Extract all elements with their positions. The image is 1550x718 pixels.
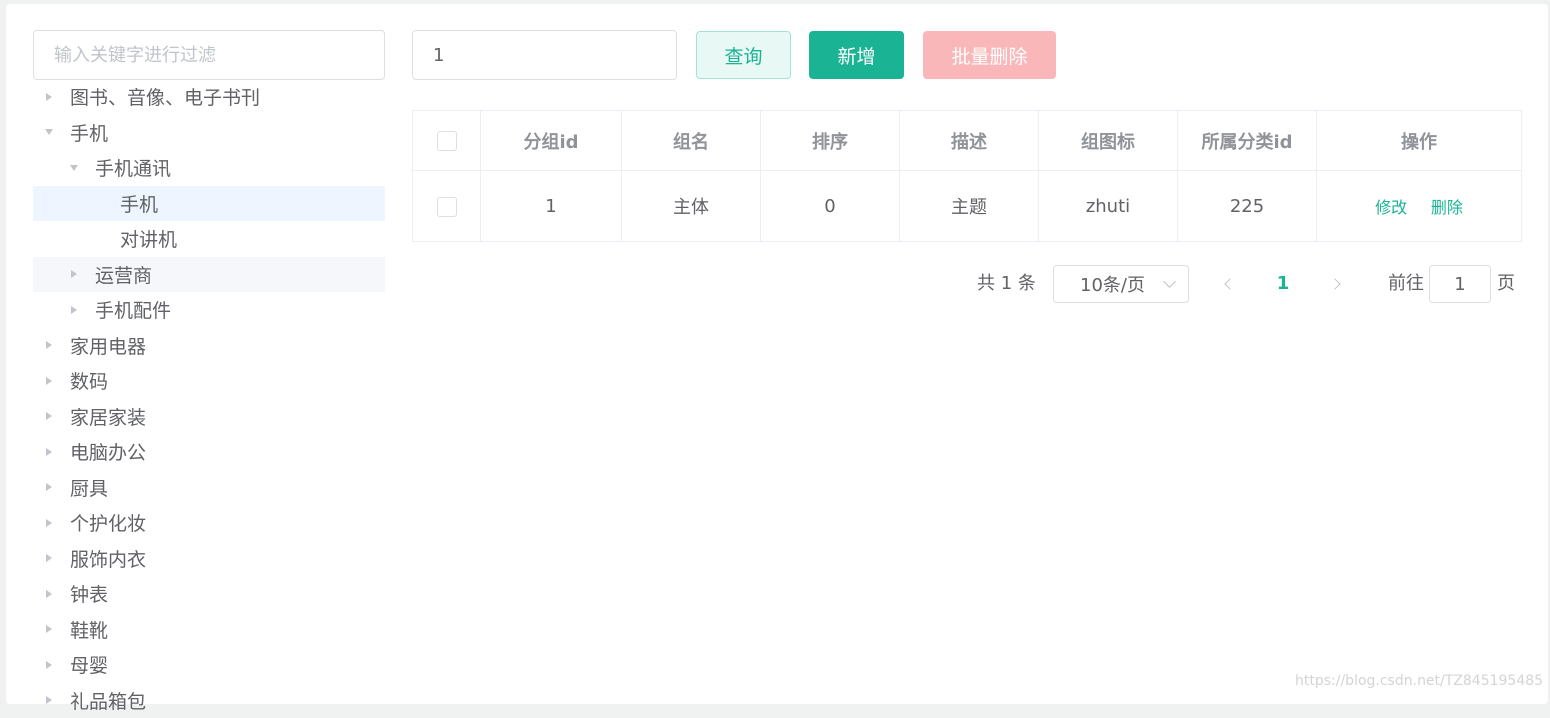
caret-right-icon[interactable] <box>62 298 86 322</box>
tree-node[interactable]: 家用电器 <box>33 328 385 364</box>
caret-right-icon[interactable] <box>37 440 61 464</box>
select-all-cell <box>413 111 481 171</box>
tree-node-label: 厨具 <box>70 474 108 501</box>
tree-node-label: 服饰内衣 <box>70 545 146 572</box>
tree-node[interactable]: 手机 <box>33 115 385 151</box>
tree-node[interactable]: 手机 <box>33 186 385 222</box>
column-header: 组图标 <box>1039 111 1178 171</box>
tree-node[interactable]: 家居家装 <box>33 399 385 435</box>
row-actions: 修改 删除 <box>1317 171 1522 242</box>
page-size-value: 10条/页 <box>1080 271 1145 297</box>
category-tree: 图书、音像、电子书刊手机手机通讯手机对讲机运营商手机配件家用电器数码家居家装电脑… <box>33 79 385 718</box>
page-number-current[interactable]: 1 <box>1268 265 1298 303</box>
watermark: https://blog.csdn.net/TZ845195485 <box>1295 673 1543 689</box>
query-input[interactable] <box>412 30 677 80</box>
page-suffix-label: 页 <box>1497 265 1515 303</box>
select-all-checkbox[interactable] <box>437 131 457 151</box>
edit-link[interactable]: 修改 <box>1375 198 1407 217</box>
caret-right-icon[interactable] <box>62 262 86 286</box>
tree-node[interactable]: 手机通讯 <box>33 150 385 186</box>
tree-node-label: 家用电器 <box>70 332 146 359</box>
goto-label: 前往 <box>1388 265 1424 303</box>
row-select-cell <box>413 171 481 242</box>
tree-node-label: 鞋靴 <box>70 616 108 643</box>
table-row: 1 主体 0 主题 zhuti 225 修改 删除 <box>413 171 1522 242</box>
table-cell: 225 <box>1178 171 1317 242</box>
tree-node[interactable]: 手机配件 <box>33 292 385 328</box>
tree-node[interactable]: 钟表 <box>33 576 385 612</box>
tree-node-label: 对讲机 <box>120 225 177 252</box>
tree-node[interactable]: 厨具 <box>33 470 385 506</box>
table-cell: 主体 <box>622 171 761 242</box>
column-header: 分组id <box>481 111 622 171</box>
column-header: 描述 <box>900 111 1039 171</box>
tree-node[interactable]: 个护化妆 <box>33 505 385 541</box>
tree-node-label: 家居家装 <box>70 403 146 430</box>
tree-node-label: 电脑办公 <box>70 438 146 465</box>
caret-right-icon[interactable] <box>37 511 61 535</box>
tree-node[interactable]: 礼品箱包 <box>33 683 385 718</box>
column-header: 组名 <box>622 111 761 171</box>
tree-node-label: 图书、音像、电子书刊 <box>70 83 260 110</box>
add-button[interactable]: 新增 <box>809 31 904 79</box>
tree-node-label: 个护化妆 <box>70 509 146 536</box>
caret-right-icon[interactable] <box>37 653 61 677</box>
caret-right-icon[interactable] <box>37 546 61 570</box>
tree-node[interactable]: 运营商 <box>33 257 385 293</box>
table-cell: 1 <box>481 171 622 242</box>
row-checkbox[interactable] <box>437 197 457 217</box>
caret-right-icon[interactable] <box>37 582 61 606</box>
caret-placeholder-icon <box>87 227 111 251</box>
tree-node[interactable]: 服饰内衣 <box>33 541 385 577</box>
tree-node-label: 手机 <box>70 119 108 146</box>
tree-node-label: 钟表 <box>70 580 108 607</box>
pagination-total: 共 1 条 <box>977 265 1036 303</box>
table-cell: 主题 <box>900 171 1039 242</box>
tree-node-label: 运营商 <box>95 261 152 288</box>
table-cell: zhuti <box>1039 171 1178 242</box>
batch-delete-button[interactable]: 批量删除 <box>923 31 1056 79</box>
tree-node[interactable]: 图书、音像、电子书刊 <box>33 79 385 115</box>
tree-filter-input[interactable] <box>33 30 385 80</box>
caret-down-icon[interactable] <box>62 156 86 180</box>
prev-page-button[interactable] <box>1215 265 1245 303</box>
data-table: 分组id 组名 排序 描述 组图标 所属分类id 操作 1 主体 0 主题 zh… <box>412 110 1522 242</box>
column-header: 所属分类id <box>1178 111 1317 171</box>
query-button[interactable]: 查询 <box>696 31 791 79</box>
column-header: 操作 <box>1317 111 1522 171</box>
page-size-select[interactable]: 10条/页 <box>1053 265 1189 303</box>
tree-node-label: 母婴 <box>70 651 108 678</box>
caret-down-icon[interactable] <box>37 120 61 144</box>
caret-right-icon[interactable] <box>37 85 61 109</box>
chevron-left-icon <box>1224 278 1235 289</box>
goto-page-input[interactable] <box>1429 265 1491 303</box>
tree-node[interactable]: 电脑办公 <box>33 434 385 470</box>
caret-right-icon[interactable] <box>37 333 61 357</box>
column-header: 排序 <box>761 111 900 171</box>
caret-placeholder-icon <box>87 191 111 215</box>
tree-node-label: 手机通讯 <box>95 154 171 181</box>
caret-right-icon[interactable] <box>37 475 61 499</box>
caret-right-icon[interactable] <box>37 369 61 393</box>
chevron-right-icon <box>1329 278 1340 289</box>
tree-node-label: 手机 <box>120 190 158 217</box>
tree-node[interactable]: 数码 <box>33 363 385 399</box>
tree-node[interactable]: 鞋靴 <box>33 612 385 648</box>
tree-node-label: 手机配件 <box>95 296 171 323</box>
table-cell: 0 <box>761 171 900 242</box>
tree-node[interactable]: 母婴 <box>33 647 385 683</box>
chevron-down-icon <box>1163 275 1176 288</box>
caret-right-icon[interactable] <box>37 617 61 641</box>
tree-node-label: 礼品箱包 <box>70 687 146 714</box>
next-page-button[interactable] <box>1320 265 1350 303</box>
tree-node-label: 数码 <box>70 367 108 394</box>
delete-link[interactable]: 删除 <box>1431 198 1463 217</box>
table-header-row: 分组id 组名 排序 描述 组图标 所属分类id 操作 <box>413 111 1522 171</box>
caret-right-icon[interactable] <box>37 688 61 712</box>
tree-node[interactable]: 对讲机 <box>33 221 385 257</box>
caret-right-icon[interactable] <box>37 404 61 428</box>
